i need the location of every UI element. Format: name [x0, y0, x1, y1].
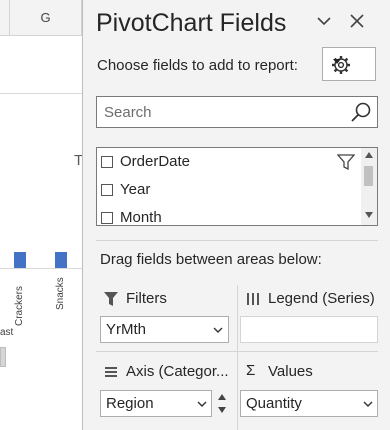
category-label-fragment: ast — [0, 327, 14, 338]
axis-area-scroll[interactable] — [214, 390, 230, 417]
category-label-crackers: Crackers — [14, 285, 25, 326]
filters-area-label: Filters — [126, 290, 167, 307]
chevron-down-icon[interactable] — [197, 400, 207, 408]
field-pill-quantity[interactable]: Quantity — [246, 395, 302, 412]
scroll-down-icon[interactable] — [214, 404, 230, 416]
rows-icon — [105, 367, 117, 377]
field-list-scrollbar[interactable] — [361, 148, 377, 225]
field-item-month[interactable]: Month — [97, 207, 359, 226]
choose-fields-label: Choose fields to add to report: — [97, 57, 298, 74]
columns-icon — [247, 293, 259, 305]
scroll-up-icon[interactable] — [365, 152, 373, 158]
legend-drop-area[interactable] — [240, 316, 378, 343]
search-icon[interactable] — [349, 101, 373, 125]
chart-axis-line — [0, 268, 82, 269]
column-header-g[interactable]: G — [10, 0, 82, 36]
values-area-label: Values — [268, 363, 313, 380]
close-button[interactable] — [346, 10, 368, 32]
pane-options-button[interactable] — [313, 10, 335, 32]
chart-bar-crackers[interactable] — [14, 252, 26, 268]
field-item-orderdate[interactable]: OrderDate — [97, 151, 359, 173]
field-pill-yrmth[interactable]: YrMth — [106, 321, 146, 338]
scroll-up-icon[interactable] — [214, 391, 230, 403]
drag-fields-label: Drag fields between areas below: — [100, 251, 322, 268]
area-divider-vertical — [237, 285, 238, 430]
field-label: Month — [120, 209, 162, 226]
chart-bar-snacks[interactable] — [55, 252, 67, 268]
filters-area-header: Filters — [104, 290, 224, 310]
pivotchart-fields-pane: PivotChart Fields Choose fields to add t… — [82, 0, 390, 430]
chevron-down-icon[interactable] — [213, 326, 223, 334]
legend-area-header: Legend (Series) — [246, 290, 386, 310]
field-pill-region[interactable]: Region — [106, 395, 154, 412]
section-divider — [96, 240, 378, 241]
pane-title: PivotChart Fields — [96, 9, 287, 37]
close-icon — [350, 14, 364, 28]
filters-drop-area[interactable]: YrMth — [100, 316, 229, 343]
field-label: Year — [120, 181, 151, 198]
filter-icon[interactable] — [337, 154, 355, 170]
field-checkbox[interactable] — [101, 184, 113, 196]
chart-title-fragment: T — [74, 152, 82, 169]
search-input[interactable] — [97, 97, 342, 127]
spreadsheet-area: G T Crackers Snacks ast — [0, 0, 82, 430]
values-area-header: Σ Values — [246, 362, 346, 383]
scroll-thumb[interactable] — [364, 166, 373, 186]
category-label-snacks: Snacks — [55, 277, 66, 310]
scroll-down-icon[interactable] — [365, 212, 373, 218]
field-label: OrderDate — [120, 153, 191, 170]
field-checkbox[interactable] — [101, 212, 113, 224]
axis-area-header: Axis (Categor... — [104, 363, 234, 383]
field-item-year[interactable]: Year — [97, 179, 359, 201]
values-drop-area[interactable]: Quantity — [240, 390, 378, 417]
column-header-f[interactable] — [0, 0, 10, 36]
legend-area-label: Legend (Series) — [268, 290, 375, 307]
field-checkbox[interactable] — [101, 156, 113, 168]
sigma-icon: Σ — [246, 362, 256, 379]
caret-down-icon — [333, 59, 341, 64]
axis-drop-area[interactable]: Region — [100, 390, 212, 417]
chevron-down-icon[interactable] — [363, 400, 373, 408]
tools-button[interactable] — [322, 47, 376, 81]
search-box — [96, 96, 378, 128]
horizontal-scrollbar[interactable] — [0, 347, 6, 367]
area-divider-horizontal — [96, 351, 378, 352]
chevron-down-icon — [317, 17, 331, 26]
axis-area-label: Axis (Categor... — [126, 363, 229, 380]
chart-border — [0, 93, 82, 94]
filter-icon — [104, 292, 118, 306]
field-list: OrderDate Year Month — [96, 147, 378, 226]
